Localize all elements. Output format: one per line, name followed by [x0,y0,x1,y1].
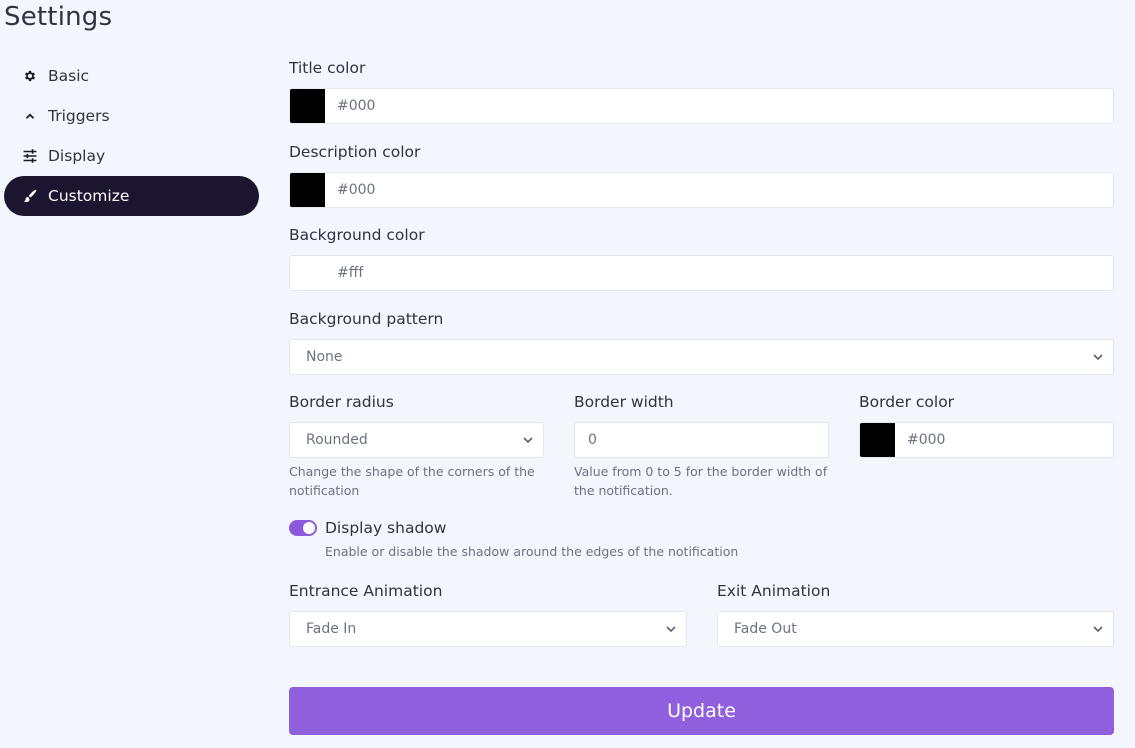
border-width-label: Border width [574,393,674,411]
background-pattern-label: Background pattern [289,310,444,328]
description-color-label: Description color [289,143,421,161]
chevron-down-icon [1093,354,1103,361]
border-color-label: Border color [859,393,955,411]
paintbrush-icon [22,188,38,204]
title-color-swatch[interactable] [290,89,325,123]
sidebar-item-triggers[interactable]: Triggers [4,96,259,136]
border-color-input[interactable] [895,423,1113,457]
display-shadow-help: Enable or disable the shadow around the … [325,544,739,559]
exit-animation-field: Exit Animation Fade Out [717,579,1114,647]
sidebar: Basic Triggers Display Customize [4,56,259,216]
display-shadow-label: Display shadow [325,519,447,537]
sidebar-item-label: Basic [48,67,90,85]
border-color-input-group [859,422,1114,458]
title-color-field: Title color [289,56,1114,124]
exit-animation-select[interactable]: Fade Out [717,611,1114,647]
title-color-label: Title color [289,59,366,77]
chevron-down-icon [523,437,533,444]
background-color-field: Background color [289,223,1114,291]
background-color-input-group [289,255,1114,291]
display-shadow-toggle[interactable] [289,520,317,536]
sidebar-item-label: Display [48,147,106,165]
background-pattern-value: None [306,349,343,365]
entrance-animation-select[interactable]: Fade In [289,611,687,647]
sidebar-item-basic[interactable]: Basic [4,56,259,96]
exit-animation-label: Exit Animation [717,582,831,600]
chevron-down-icon [1093,626,1103,633]
entrance-animation-label: Entrance Animation [289,582,443,600]
border-radius-select[interactable]: Rounded [289,422,544,458]
title-color-input-group [289,88,1114,124]
border-color-field: Border color [859,390,1114,458]
entrance-animation-field: Entrance Animation Fade In [289,579,687,647]
border-radius-help: Change the shape of the corners of the n… [289,464,535,498]
chevron-down-icon [666,626,676,633]
description-color-input[interactable] [325,173,1113,207]
border-color-swatch[interactable] [860,423,895,457]
exit-animation-value: Fade Out [734,621,797,637]
description-color-input-group [289,172,1114,208]
background-pattern-field: Background pattern None [289,307,1114,375]
background-color-input[interactable] [325,256,1113,290]
border-radius-field: Border radius Rounded Change the shape o… [289,390,544,500]
sidebar-item-label: Customize [48,187,130,205]
page-title: Settings [4,2,113,32]
background-color-label: Background color [289,226,425,244]
update-button[interactable]: Update [289,687,1114,735]
toggle-knob [303,522,315,534]
sidebar-item-customize[interactable]: Customize [4,176,259,216]
title-color-input[interactable] [325,89,1113,123]
border-width-help: Value from 0 to 5 for the border width o… [574,464,828,498]
border-radius-label: Border radius [289,393,394,411]
sidebar-item-label: Triggers [48,107,110,125]
border-width-input[interactable] [574,422,829,458]
border-radius-value: Rounded [306,432,368,448]
entrance-animation-value: Fade In [306,621,357,637]
description-color-field: Description color [289,140,1114,208]
sidebar-item-display[interactable]: Display [4,136,259,176]
border-width-field: Border width Value from 0 to 5 for the b… [574,390,829,500]
sliders-icon [22,148,38,164]
gear-icon [22,68,38,84]
background-pattern-select[interactable]: None [289,339,1114,375]
description-color-swatch[interactable] [290,173,325,207]
background-color-swatch[interactable] [290,256,325,290]
display-shadow-field: Display shadow Enable or disable the sha… [289,516,1114,561]
chevron-up-icon [22,108,38,124]
